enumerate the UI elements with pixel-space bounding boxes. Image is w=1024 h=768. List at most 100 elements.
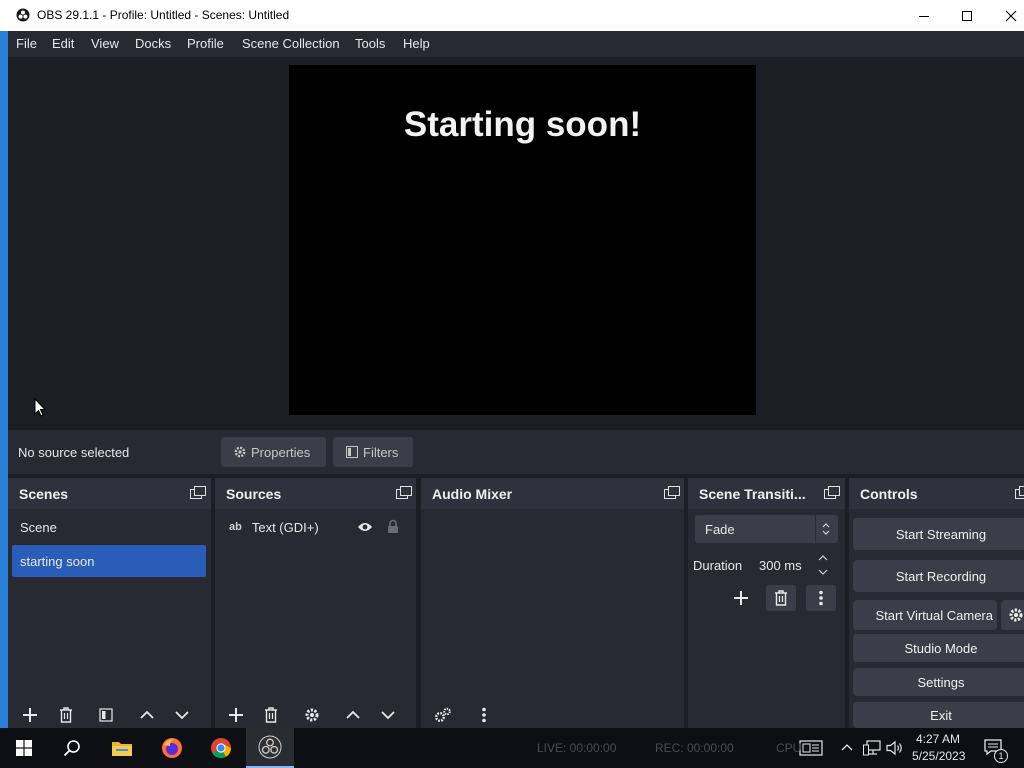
sources-list: ab Text (GDI+): [215, 509, 416, 728]
obs-logo-icon: [258, 735, 282, 759]
undock-icon[interactable]: [190, 486, 206, 500]
trash-icon: [265, 707, 277, 723]
transition-select-value: Fade: [705, 521, 735, 537]
dock-header: Controls: [849, 478, 1024, 509]
more-vertical-icon: [482, 707, 486, 723]
clock-time[interactable]: 4:27 AM: [916, 732, 960, 746]
maximize-button[interactable]: [944, 0, 990, 31]
start-recording-button[interactable]: Start Recording: [853, 560, 1024, 592]
menu-profile[interactable]: Profile: [187, 36, 224, 51]
lock-icon[interactable]: [387, 519, 399, 534]
rec-status-text: REC: 00:00:00: [655, 741, 734, 755]
filters-button[interactable]: Filters: [333, 437, 413, 467]
move-source-up-button[interactable]: [339, 702, 367, 728]
menu-tools[interactable]: Tools: [355, 36, 385, 51]
duration-label: Duration: [693, 558, 743, 573]
plus-icon: [23, 708, 37, 722]
chrome-button[interactable]: [197, 728, 245, 768]
start-button[interactable]: [0, 728, 48, 768]
gear-icon: [305, 708, 319, 722]
remove-transition-button[interactable]: [766, 585, 796, 611]
studio-mode-button[interactable]: Studio Mode: [853, 634, 1024, 662]
undock-icon[interactable]: [824, 486, 840, 500]
rec-status: REC: 00:00:00: [655, 741, 734, 755]
scenes-dock: Scenes Scene starting soon: [8, 478, 211, 728]
duration-value: 300 ms: [759, 557, 802, 573]
trash-icon: [775, 590, 787, 606]
exit-button[interactable]: Exit: [853, 702, 1024, 728]
text-source-icon: ab: [229, 521, 242, 533]
close-button[interactable]: [988, 0, 1024, 31]
controls-title: Controls: [860, 486, 918, 502]
trash-icon: [60, 707, 72, 723]
menu-scene-collection[interactable]: Scene Collection: [242, 36, 340, 51]
audio-mixer-menu-button[interactable]: [470, 702, 498, 728]
source-properties-button[interactable]: [298, 702, 326, 728]
add-source-button[interactable]: [222, 702, 250, 728]
firefox-button[interactable]: [148, 728, 196, 768]
live-status: LIVE: 00:00:00: [537, 741, 616, 755]
menu-bar: File Edit View Docks Profile Scene Colle…: [8, 31, 1024, 57]
dock-header: Scene Transiti...: [688, 478, 845, 509]
window-left-border: [0, 31, 8, 728]
remove-source-button[interactable]: [257, 702, 285, 728]
clock-date[interactable]: 5/25/2023: [912, 749, 965, 763]
folder-icon: [112, 742, 132, 756]
chevron-down-icon: [381, 711, 395, 720]
obs-taskbar-button[interactable]: [246, 728, 294, 768]
move-scene-down-button[interactable]: [168, 702, 196, 728]
transition-select[interactable]: Fade: [695, 515, 838, 543]
file-explorer-button[interactable]: [98, 728, 146, 768]
undock-icon[interactable]: [664, 486, 680, 500]
duration-spinbox[interactable]: 300 ms: [751, 551, 837, 579]
eye-icon[interactable]: [357, 521, 373, 533]
obs-logo-icon: [16, 8, 30, 22]
dock-header: Audio Mixer: [421, 478, 684, 509]
preview-canvas[interactable]: Starting soon!: [289, 65, 756, 415]
scene-filters-button[interactable]: [92, 702, 120, 728]
undock-icon[interactable]: [396, 486, 412, 500]
start-virtual-camera-button[interactable]: Start Virtual Camera: [853, 600, 997, 630]
filter-icon: [346, 446, 358, 458]
plus-icon: [734, 591, 748, 605]
menu-help[interactable]: Help: [403, 36, 430, 51]
scene-transitions-title: Scene Transiti...: [699, 486, 806, 502]
scene-item-selected[interactable]: starting soon: [12, 545, 206, 577]
properties-button[interactable]: Properties: [221, 437, 326, 467]
spin-updown-icon[interactable]: [817, 553, 829, 577]
move-scene-up-button[interactable]: [133, 702, 161, 728]
transition-menu-button[interactable]: [806, 585, 836, 611]
virtual-camera-settings-button[interactable]: [1001, 600, 1024, 630]
chevron-up-icon[interactable]: [840, 742, 854, 752]
menu-file[interactable]: File: [16, 36, 37, 51]
search-icon: [63, 740, 80, 757]
plus-icon: [229, 708, 243, 722]
advanced-audio-properties-button[interactable]: [429, 702, 457, 728]
add-transition-button[interactable]: [726, 585, 756, 611]
menu-view[interactable]: View: [91, 36, 119, 51]
network-icon[interactable]: [863, 740, 881, 756]
minimize-icon: [919, 15, 929, 17]
start-streaming-button[interactable]: Start Streaming: [853, 518, 1024, 550]
notifications-button[interactable]: 1: [978, 728, 1024, 768]
source-item[interactable]: ab Text (GDI+): [219, 511, 412, 543]
display-tray-icon[interactable]: [799, 740, 823, 756]
scenes-title: Scenes: [19, 486, 69, 502]
minimize-button[interactable]: [901, 0, 947, 31]
audio-mixer-dock: Audio Mixer: [421, 478, 684, 728]
undock-icon[interactable]: [1015, 486, 1024, 500]
add-scene-button[interactable]: [16, 702, 44, 728]
remove-scene-button[interactable]: [52, 702, 80, 728]
search-button[interactable]: [48, 728, 96, 768]
scene-item[interactable]: Scene: [12, 511, 206, 543]
scenes-list: Scene starting soon: [8, 509, 211, 728]
dock-header: Sources: [215, 478, 416, 509]
settings-button[interactable]: Settings: [853, 668, 1024, 696]
menu-edit[interactable]: Edit: [52, 36, 74, 51]
move-source-down-button[interactable]: [374, 702, 402, 728]
chevron-down-icon: [175, 711, 189, 720]
menu-docks[interactable]: Docks: [135, 36, 171, 51]
chevron-up-icon: [140, 710, 154, 719]
notification-badge: 1: [994, 749, 1008, 763]
volume-icon[interactable]: [886, 740, 904, 756]
